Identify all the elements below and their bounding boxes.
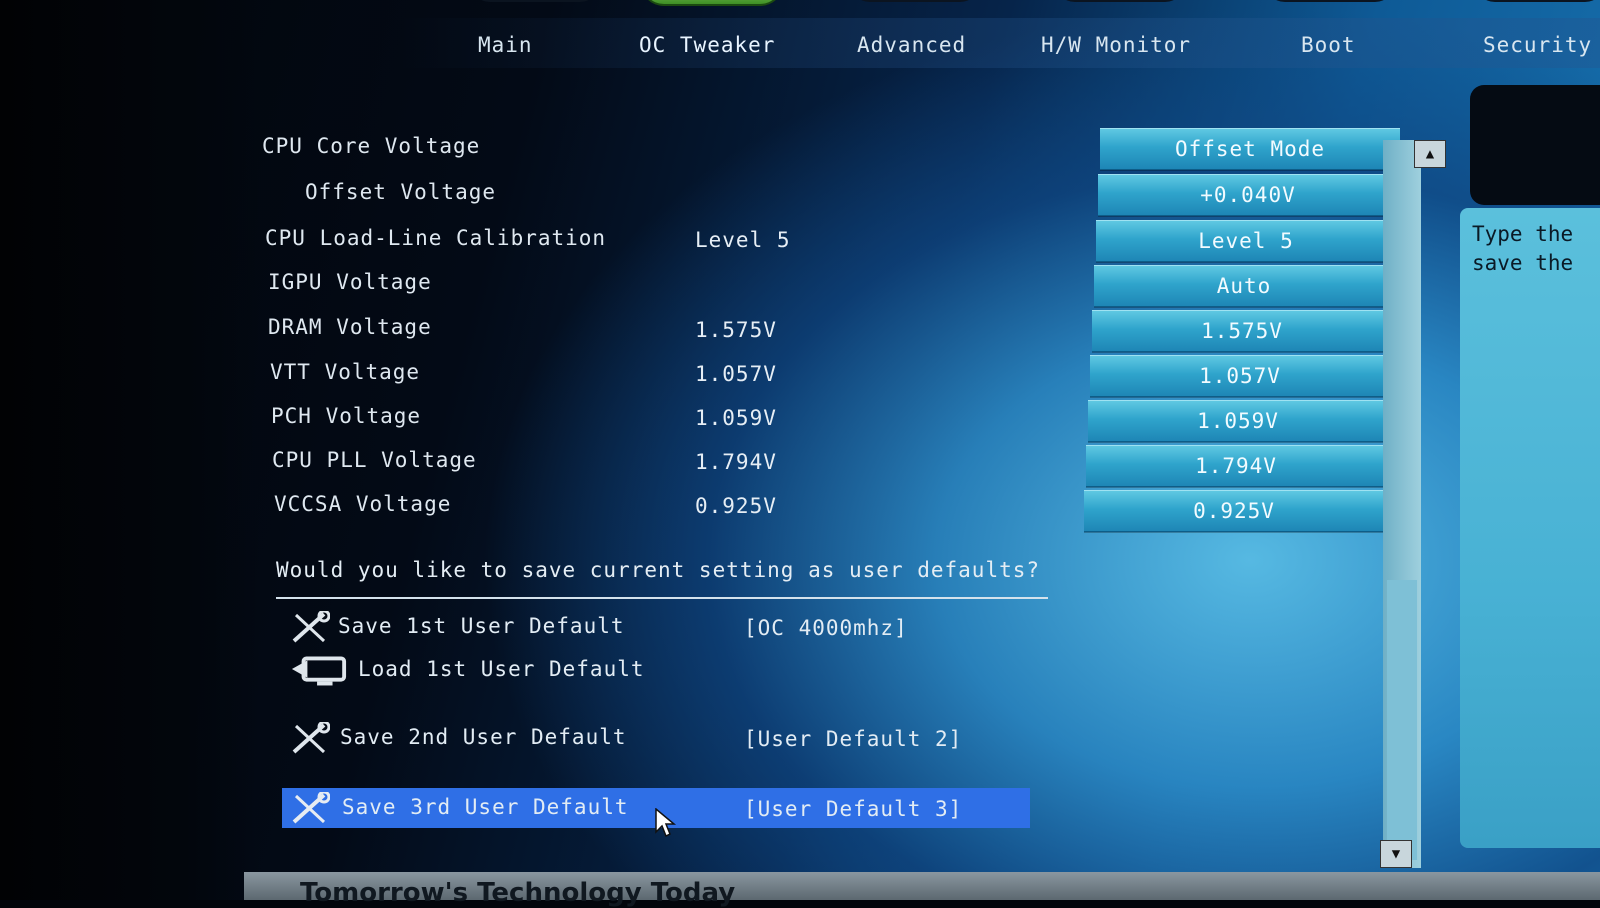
value-dram-voltage[interactable]: 1.575V <box>1092 310 1392 352</box>
tab-icon-boot <box>1265 0 1395 2</box>
tab-icon-security <box>1475 0 1600 2</box>
action-profile-name: [User Default 3] <box>744 797 963 821</box>
action-profile-name: [User Default 2] <box>744 727 963 751</box>
wrench-screwdriver-icon <box>292 792 330 824</box>
value-cpu-core-voltage[interactable]: Offset Mode <box>1100 128 1400 170</box>
tab-icon-oc-tweaker <box>640 0 784 6</box>
tab-oc-tweaker[interactable]: OC Tweaker <box>639 33 775 57</box>
action-label: Save 2nd User Default <box>340 725 627 749</box>
current-vtt-voltage: 1.057V <box>695 362 777 386</box>
mouse-pointer-icon <box>655 808 677 838</box>
help-panel-header <box>1470 85 1600 205</box>
help-text: Type the save the <box>1472 220 1573 278</box>
tab-main[interactable]: Main <box>478 33 533 57</box>
tab-advanced[interactable]: Advanced <box>857 33 966 57</box>
tab-icon-advanced <box>850 0 980 2</box>
action-profile-name: [OC 4000mhz] <box>744 616 908 640</box>
current-vccsa-voltage: 0.925V <box>695 494 777 518</box>
scroll-down-icon[interactable]: ▼ <box>1380 840 1412 868</box>
help-line-2: save the <box>1472 251 1574 275</box>
left-shade <box>0 0 260 900</box>
value-vccsa-voltage[interactable]: 0.925V <box>1084 490 1384 532</box>
load-monitor-icon <box>291 656 347 686</box>
footer-slogan: Tomorrow's Technology Today <box>300 878 736 908</box>
value-igpu-voltage[interactable]: Auto <box>1094 265 1394 307</box>
action-label: Save 3rd User Default <box>342 795 629 819</box>
scroll-up-icon[interactable]: ▲ <box>1414 140 1446 168</box>
tab-boot[interactable]: Boot <box>1301 33 1356 57</box>
current-dram-voltage: 1.575V <box>695 318 777 342</box>
value-vtt-voltage[interactable]: 1.057V <box>1090 355 1390 397</box>
setting-label-igpu-voltage: IGPU Voltage <box>268 270 432 294</box>
setting-label-cpu-core-voltage: CPU Core Voltage <box>262 134 481 158</box>
setting-label-dram-voltage: DRAM Voltage <box>268 315 432 339</box>
save-2nd-user-default-button[interactable]: Save 2nd User Default [User Default 2] <box>282 718 1042 758</box>
setting-label-cpu-pll-voltage: CPU PLL Voltage <box>272 448 477 472</box>
wrench-screwdriver-icon <box>292 722 330 754</box>
value-cpu-pll-voltage[interactable]: 1.794V <box>1086 445 1386 487</box>
value-offset-voltage[interactable]: +0.040V <box>1098 174 1398 216</box>
save-1st-user-default-button[interactable]: Save 1st User Default [OC 4000mhz] <box>282 607 1042 647</box>
current-cpu-llc: Level 5 <box>695 228 791 252</box>
top-nav-bar <box>400 18 1600 68</box>
setting-label-offset-voltage: Offset Voltage <box>305 180 497 204</box>
load-1st-user-default-button[interactable]: Load 1st User Default <box>282 650 1042 690</box>
help-panel <box>1460 208 1600 848</box>
tab-icon-hw-monitor <box>1055 0 1185 2</box>
action-label: Load 1st User Default <box>358 657 645 681</box>
wrench-screwdriver-icon <box>292 611 330 643</box>
user-defaults-question: Would you like to save current setting a… <box>276 558 1041 582</box>
section-divider <box>276 597 1048 599</box>
tab-hw-monitor[interactable]: H/W Monitor <box>1041 33 1191 57</box>
scrollbar-thumb[interactable] <box>1387 580 1417 860</box>
value-cpu-llc[interactable]: Level 5 <box>1096 220 1396 262</box>
action-label: Save 1st User Default <box>338 614 625 638</box>
setting-label-vccsa-voltage: VCCSA Voltage <box>274 492 452 516</box>
setting-label-pch-voltage: PCH Voltage <box>271 404 422 428</box>
current-cpu-pll-voltage: 1.794V <box>695 450 777 474</box>
setting-label-vtt-voltage: VTT Voltage <box>270 360 421 384</box>
value-pch-voltage[interactable]: 1.059V <box>1088 400 1388 442</box>
setting-label-cpu-llc: CPU Load-Line Calibration <box>265 226 607 250</box>
current-pch-voltage: 1.059V <box>695 406 777 430</box>
tab-icon-main <box>470 0 600 2</box>
tab-security[interactable]: Security <box>1483 33 1592 57</box>
help-line-1: Type the <box>1472 222 1574 246</box>
